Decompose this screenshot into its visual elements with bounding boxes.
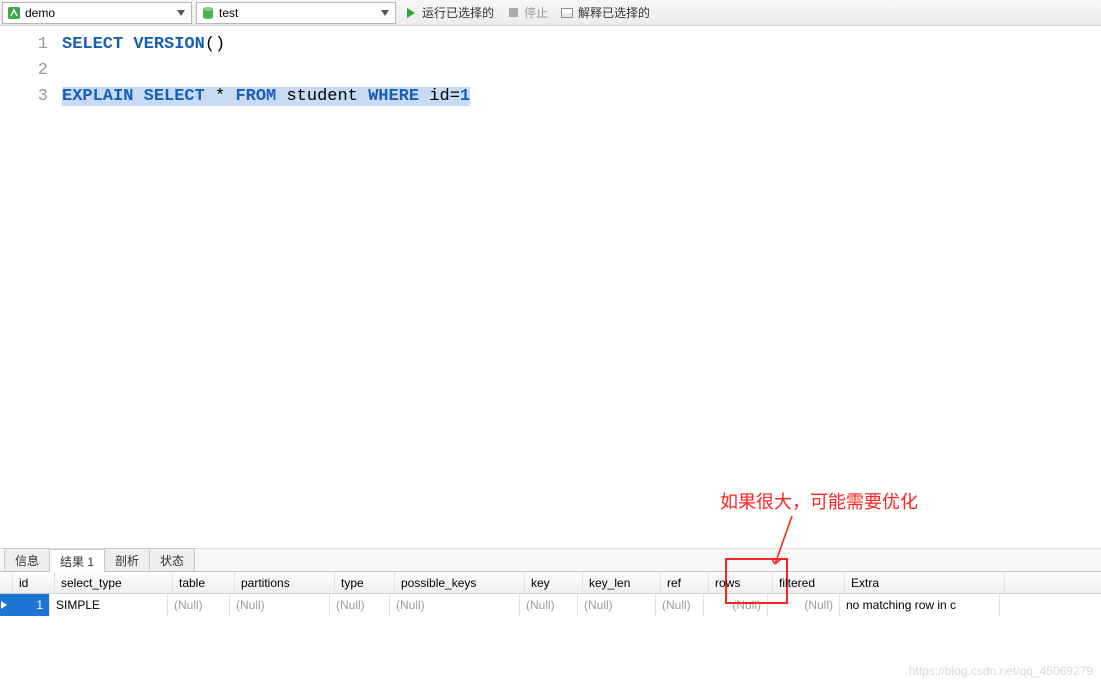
result-grid-body: 1SIMPLE(Null)(Null)(Null)(Null)(Null)(Nu…: [0, 594, 1101, 616]
col-header-id[interactable]: id: [13, 572, 55, 593]
cell-key_len[interactable]: (Null): [578, 594, 656, 616]
run-selected-label: 运行已选择的: [422, 4, 494, 21]
table-row[interactable]: 1SIMPLE(Null)(Null)(Null)(Null)(Null)(Nu…: [0, 594, 1101, 616]
col-header-table[interactable]: table: [173, 572, 235, 593]
watermark: https://blog.csdn.net/qq_45069279: [909, 664, 1093, 678]
result-grid: idselect_typetablepartitionstypepossible…: [0, 572, 1101, 616]
tab-2[interactable]: 剖析: [104, 548, 150, 571]
database-icon: [201, 6, 215, 20]
editor-code[interactable]: SELECT VERSION() EXPLAIN SELECT * FROM s…: [58, 26, 1101, 548]
code-line[interactable]: [62, 58, 1101, 84]
col-header-rows[interactable]: rows: [709, 572, 773, 593]
code-line[interactable]: SELECT VERSION(): [62, 32, 1101, 58]
line-number: 3: [0, 84, 48, 110]
cell-key[interactable]: (Null): [520, 594, 578, 616]
cell-table[interactable]: (Null): [168, 594, 230, 616]
cell-type[interactable]: (Null): [330, 594, 390, 616]
tab-1[interactable]: 结果 1: [49, 549, 105, 572]
schema-select-value: test: [219, 6, 373, 20]
schema-select[interactable]: test: [196, 2, 396, 24]
sql-editor[interactable]: 123 SELECT VERSION() EXPLAIN SELECT * FR…: [0, 26, 1101, 548]
database-select[interactable]: demo: [2, 2, 192, 24]
explain-selected-button[interactable]: 解释已选择的: [556, 2, 654, 24]
code-line[interactable]: EXPLAIN SELECT * FROM student WHERE id=1: [62, 84, 1101, 110]
stop-label: 停止: [524, 4, 548, 21]
col-header-filtered[interactable]: filtered: [773, 572, 845, 593]
result-grid-header: idselect_typetablepartitionstypepossible…: [0, 572, 1101, 594]
cell-ref[interactable]: (Null): [656, 594, 704, 616]
row-marker: [0, 594, 8, 616]
col-header-key_len[interactable]: key_len: [583, 572, 661, 593]
col-header-key[interactable]: key: [525, 572, 583, 593]
chevron-down-icon[interactable]: [173, 4, 189, 22]
cell-filtered[interactable]: (Null): [768, 594, 840, 616]
col-header-possible_keys[interactable]: possible_keys: [395, 572, 525, 593]
stop-icon: [506, 8, 520, 17]
run-selected-button[interactable]: 运行已选择的: [400, 2, 498, 24]
stop-button: 停止: [502, 2, 552, 24]
result-tabs: 信息结果 1剖析状态: [0, 548, 1101, 572]
col-header-ref[interactable]: ref: [661, 572, 709, 593]
col-header-partitions[interactable]: partitions: [235, 572, 335, 593]
cell-id[interactable]: 1: [8, 594, 50, 616]
tab-3[interactable]: 状态: [149, 548, 195, 571]
explain-icon: [560, 8, 574, 18]
toolbar: demo test 运行已选择的 停止 解释已选择的: [0, 0, 1101, 26]
database-select-value: demo: [25, 6, 169, 20]
col-header-select_type[interactable]: select_type: [55, 572, 173, 593]
tab-0[interactable]: 信息: [4, 548, 50, 571]
cell-rows[interactable]: (Null): [704, 594, 768, 616]
cell-select_type[interactable]: SIMPLE: [50, 594, 168, 616]
db-conn-icon: [7, 6, 21, 20]
editor-gutter: 123: [0, 26, 58, 548]
col-header-Extra[interactable]: Extra: [845, 572, 1005, 593]
col-header-type[interactable]: type: [335, 572, 395, 593]
line-number: 1: [0, 32, 48, 58]
cell-partitions[interactable]: (Null): [230, 594, 330, 616]
cell-possible_keys[interactable]: (Null): [390, 594, 520, 616]
chevron-down-icon[interactable]: [377, 4, 393, 22]
play-icon: [404, 8, 418, 18]
line-number: 2: [0, 58, 48, 84]
explain-selected-label: 解释已选择的: [578, 4, 650, 21]
cell-Extra[interactable]: no matching row in c: [840, 594, 1000, 616]
